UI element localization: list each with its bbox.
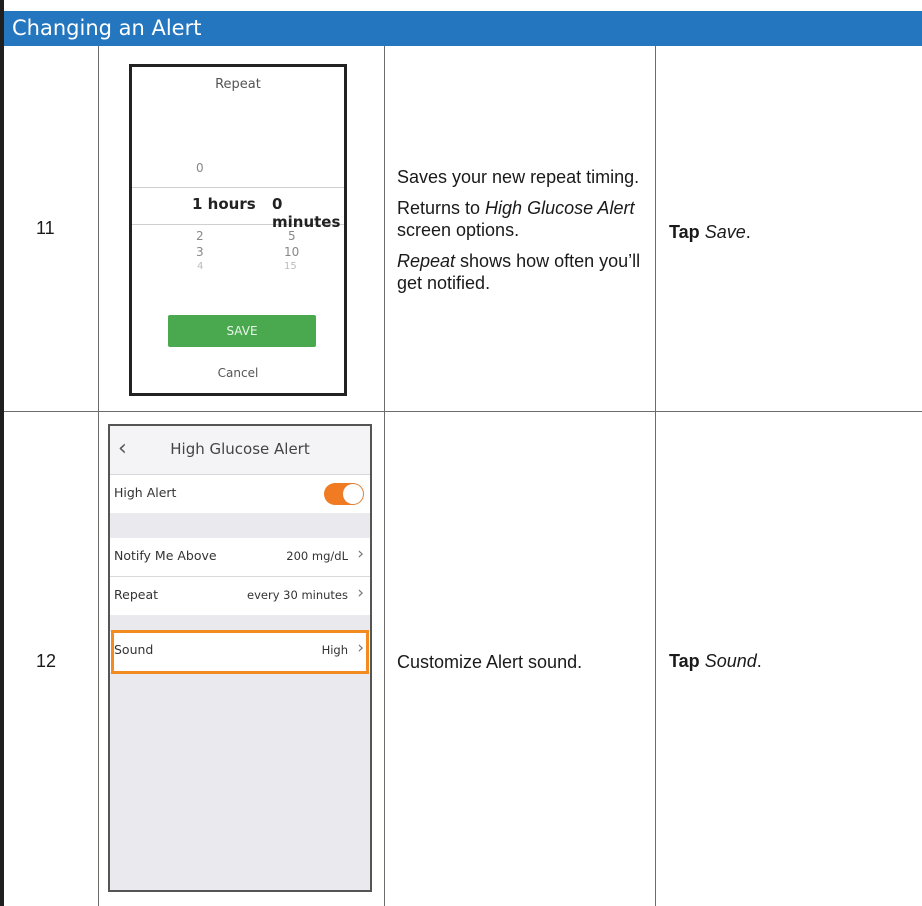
repeat-row[interactable]: Repeat every 30 minutes › [110, 577, 370, 615]
repeat-screen: Repeat 0 1 hours 0 minutes 2 3 4 5 10 15… [129, 64, 347, 396]
notify-label: Notify Me Above [114, 548, 217, 563]
left-border [0, 0, 4, 906]
picker-value: 15 [284, 261, 297, 272]
column-divider [655, 46, 656, 906]
picker-minutes-selected[interactable]: 0 minutes [272, 195, 344, 231]
sound-highlight-box [111, 630, 369, 674]
high-glucose-alert-screen: ‹ High Glucose Alert High Alert Notify M… [108, 424, 372, 892]
picker-value: 4 [197, 261, 204, 272]
notify-value: 200 mg/dL [286, 549, 348, 563]
step-number: 12 [36, 651, 57, 671]
save-button[interactable]: SAVE [168, 315, 316, 347]
step-action: Tap Save. [669, 222, 751, 242]
picker-value: 0 [196, 161, 204, 175]
description-line: Customize Alert sound. [397, 652, 583, 672]
step-action: Tap Sound. [669, 651, 762, 671]
screen-title: High Glucose Alert [170, 440, 310, 458]
action-target: Sound [704, 651, 757, 671]
high-alert-label: High Alert [114, 485, 177, 500]
notify-me-above-row[interactable]: Notify Me Above 200 mg/dL › [110, 538, 370, 576]
step-description: Customize Alert sound. [397, 651, 647, 682]
picker-value: 3 [196, 245, 204, 259]
row-divider [4, 411, 922, 412]
action-verb: Tap [669, 222, 700, 242]
description-line: Repeat shows how often you’ll get notifi… [397, 251, 641, 293]
minutes-label: minutes [272, 213, 341, 231]
high-alert-toggle[interactable] [324, 483, 364, 505]
picker-hours-selected[interactable]: 1 hours [192, 195, 256, 213]
table-header: Changing an Alert [4, 11, 922, 46]
instruction-table: Changing an Alert 11 Repeat 0 1 hours 0 … [0, 0, 922, 906]
cancel-button[interactable]: Cancel [132, 366, 344, 380]
action-target: Save [704, 222, 746, 242]
picker-value: 5 [288, 229, 296, 243]
nav-bar: ‹ High Glucose Alert [110, 426, 370, 474]
step-number: 11 [36, 218, 55, 238]
minutes-value: 0 [272, 195, 283, 213]
repeat-value: every 30 minutes [247, 588, 348, 602]
repeat-label: Repeat [114, 587, 159, 602]
screen-title: Repeat [215, 77, 261, 92]
high-alert-row[interactable]: High Alert [110, 475, 370, 513]
chevron-right-icon: › [357, 544, 364, 564]
top-margin [0, 0, 922, 11]
hours-value: 1 [192, 195, 203, 213]
picker-value: 2 [196, 229, 204, 243]
step-description: Saves your new repeat timing. Returns to… [397, 166, 647, 303]
toggle-knob [343, 484, 363, 504]
description-line: Returns to High Glucose Alert screen opt… [397, 198, 635, 240]
column-divider [98, 46, 99, 906]
chevron-right-icon: › [357, 583, 364, 603]
picker-value: 10 [284, 245, 300, 259]
action-verb: Tap [669, 651, 700, 671]
column-divider [384, 46, 385, 906]
hours-label: hours [207, 195, 256, 213]
description-line: Saves your new repeat timing. [397, 167, 640, 187]
